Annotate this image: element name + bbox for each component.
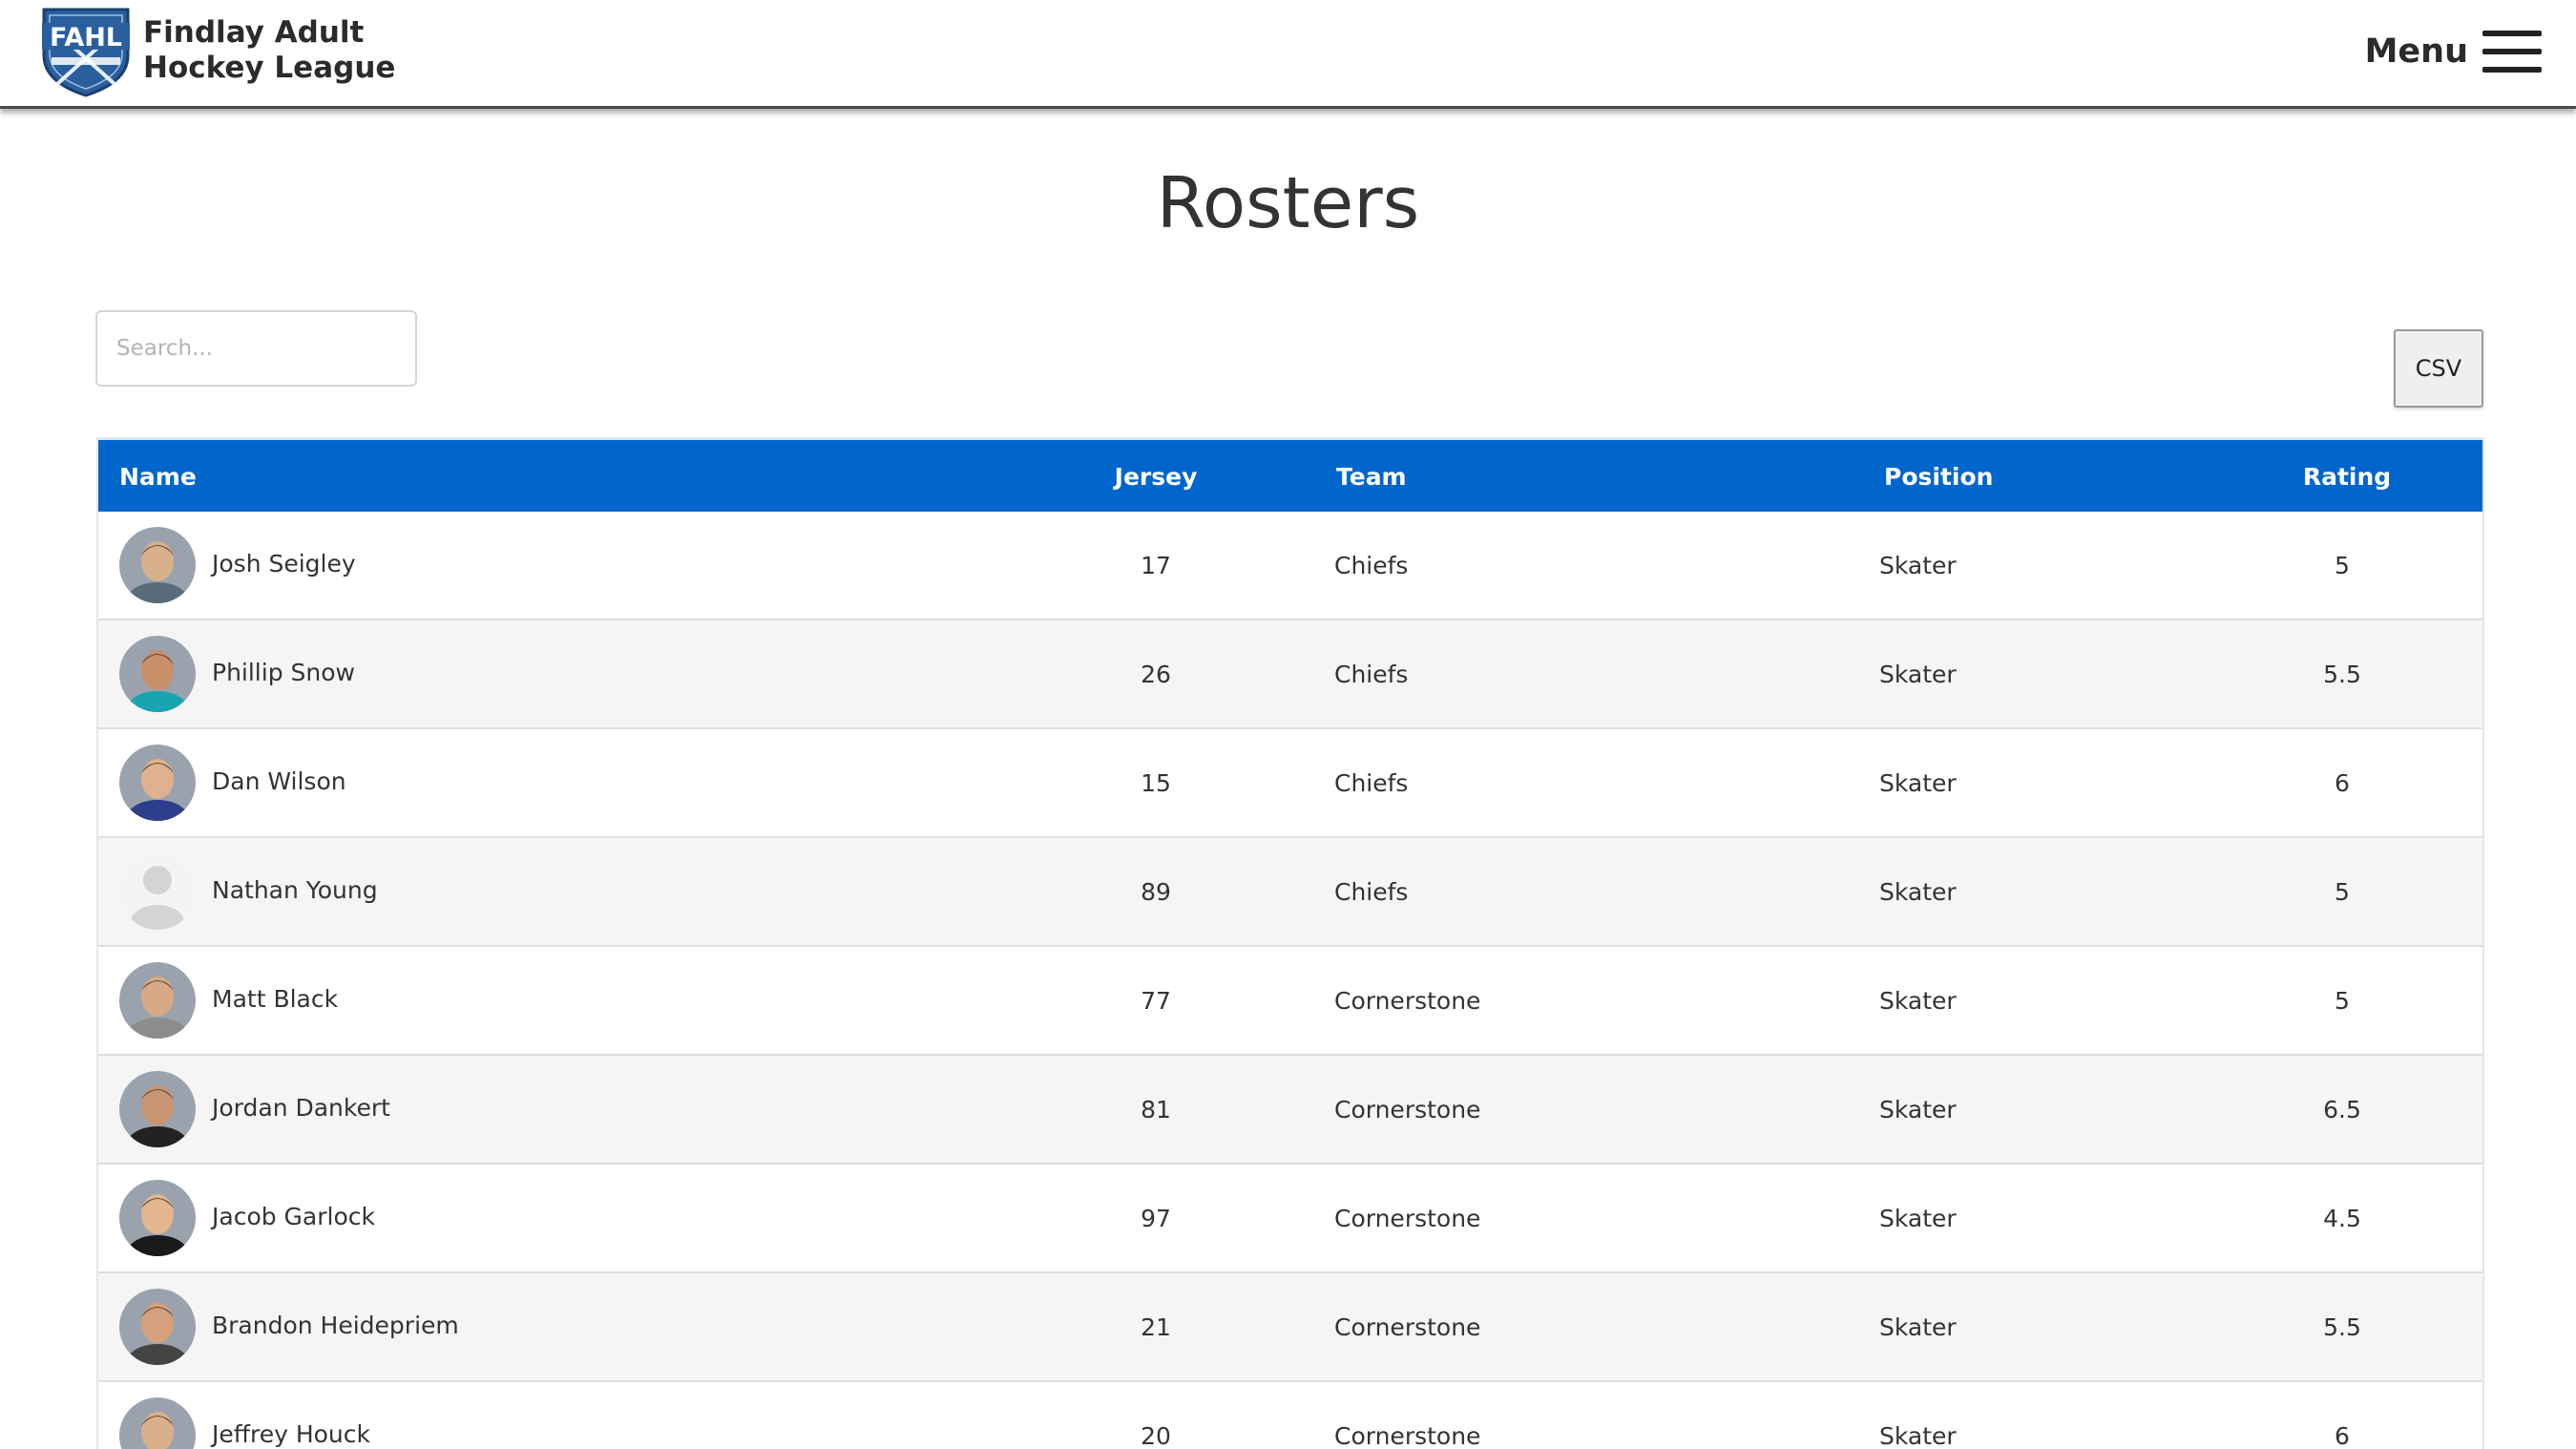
player-avatar[interactable] (119, 636, 196, 712)
player-name[interactable]: Nathan Young (212, 876, 378, 904)
brand-line-2: Hockey League (143, 51, 396, 85)
player-name[interactable]: Dan Wilson (212, 767, 346, 795)
team-name[interactable]: Cornerstone (1334, 1096, 1480, 1124)
table-row[interactable]: Matt Black 77 Cornerstone Skater 5 (98, 947, 2482, 1056)
table-row[interactable]: Jeffrey Houck 20 Cornerstone Skater 6 (98, 1382, 2482, 1449)
team-name[interactable]: Chiefs (1334, 552, 1408, 579)
player-position: Skater (1879, 1313, 1957, 1341)
table-row[interactable]: Jacob Garlock 97 Cornerstone Skater 4.5 (98, 1165, 2482, 1273)
league-logo[interactable]: FAHL (38, 6, 134, 97)
brand-line-1: Findlay Adult (143, 15, 365, 50)
player-name[interactable]: Jacob Garlock (212, 1203, 375, 1230)
player-position: Skater (1879, 769, 1957, 797)
player-rating: 6 (2335, 1422, 2350, 1449)
player-position: Skater (1879, 878, 1957, 906)
player-position: Skater (1879, 1422, 1957, 1449)
jersey-number: 97 (1141, 1205, 1171, 1232)
team-name[interactable]: Cornerstone (1334, 1313, 1480, 1341)
player-avatar[interactable] (119, 1180, 196, 1256)
search-input[interactable] (95, 310, 417, 387)
player-avatar[interactable] (119, 745, 196, 821)
player-rating: 5.5 (2323, 1313, 2361, 1341)
player-rating: 5 (2335, 552, 2350, 579)
column-header-rating[interactable]: Rating (2290, 463, 2404, 491)
player-rating: 5 (2335, 987, 2350, 1015)
hamburger-menu-icon[interactable] (2482, 31, 2542, 73)
jersey-number: 17 (1141, 552, 1171, 579)
player-name[interactable]: Jeffrey Houck (212, 1420, 370, 1448)
jersey-number: 15 (1141, 769, 1171, 797)
player-position: Skater (1879, 987, 1957, 1015)
column-header-position[interactable]: Position (1884, 463, 1993, 491)
jersey-number: 77 (1141, 987, 1171, 1015)
player-position: Skater (1879, 1096, 1957, 1124)
player-avatar[interactable] (119, 1397, 196, 1449)
league-name[interactable]: Findlay Adult Hockey League (143, 15, 395, 86)
menu-label[interactable]: Menu (2365, 32, 2468, 71)
player-position: Skater (1879, 661, 1957, 688)
team-name[interactable]: Cornerstone (1334, 987, 1480, 1015)
table-row[interactable]: Nathan Young 89 Chiefs Skater 5 (98, 838, 2482, 947)
player-rating: 4.5 (2323, 1205, 2361, 1232)
column-header-team[interactable]: Team (1336, 463, 1407, 491)
table-row[interactable]: Brandon Heidepriem 21 Cornerstone Skater 5.5 (98, 1273, 2482, 1382)
player-avatar[interactable] (119, 962, 196, 1039)
jersey-number: 21 (1141, 1313, 1171, 1341)
svg-text:FAHL: FAHL (50, 23, 122, 52)
column-header-jersey[interactable]: Jersey (1099, 463, 1213, 491)
jersey-number: 26 (1141, 661, 1171, 688)
player-avatar[interactable] (119, 527, 196, 603)
player-position: Skater (1879, 552, 1957, 579)
player-name[interactable]: Jordan Dankert (212, 1094, 390, 1122)
roster-table: Name Jersey Team Position Rating Josh Se… (96, 437, 2484, 1449)
player-position: Skater (1879, 1205, 1957, 1232)
team-name[interactable]: Chiefs (1334, 769, 1408, 797)
table-body: Josh Seigley 17 Chiefs Skater 5 Phillip Snow 2… (98, 512, 2482, 1449)
player-rating: 6 (2335, 769, 2350, 797)
team-name[interactable]: Cornerstone (1334, 1422, 1480, 1449)
site-header: FAHL Findlay Adult Hockey League Menu (0, 0, 2576, 109)
player-name[interactable]: Josh Seigley (212, 550, 356, 578)
player-avatar[interactable] (119, 1289, 196, 1365)
team-name[interactable]: Chiefs (1334, 661, 1408, 688)
player-name[interactable]: Brandon Heidepriem (212, 1312, 459, 1339)
team-name[interactable]: Cornerstone (1334, 1205, 1480, 1232)
player-name[interactable]: Matt Black (212, 985, 338, 1013)
table-row[interactable]: Dan Wilson 15 Chiefs Skater 6 (98, 729, 2482, 838)
jersey-number: 20 (1141, 1422, 1171, 1449)
table-row[interactable]: Phillip Snow 26 Chiefs Skater 5.5 (98, 620, 2482, 729)
player-rating: 5.5 (2323, 661, 2361, 688)
avatar-placeholder-icon[interactable] (119, 853, 196, 930)
table-header: Name Jersey Team Position Rating (98, 437, 2482, 512)
column-header-name[interactable]: Name (119, 463, 197, 491)
page-title: Rosters (1156, 162, 1420, 244)
team-name[interactable]: Chiefs (1334, 878, 1408, 906)
table-row[interactable]: Jordan Dankert 81 Cornerstone Skater 6.5 (98, 1056, 2482, 1165)
player-rating: 6.5 (2323, 1096, 2361, 1124)
csv-export-button[interactable]: CSV (2394, 329, 2483, 408)
jersey-number: 81 (1141, 1096, 1171, 1124)
player-rating: 5 (2335, 878, 2350, 906)
jersey-number: 89 (1141, 878, 1171, 906)
player-avatar[interactable] (119, 1071, 196, 1147)
table-row[interactable]: Josh Seigley 17 Chiefs Skater 5 (98, 512, 2482, 620)
player-name[interactable]: Phillip Snow (212, 659, 355, 686)
